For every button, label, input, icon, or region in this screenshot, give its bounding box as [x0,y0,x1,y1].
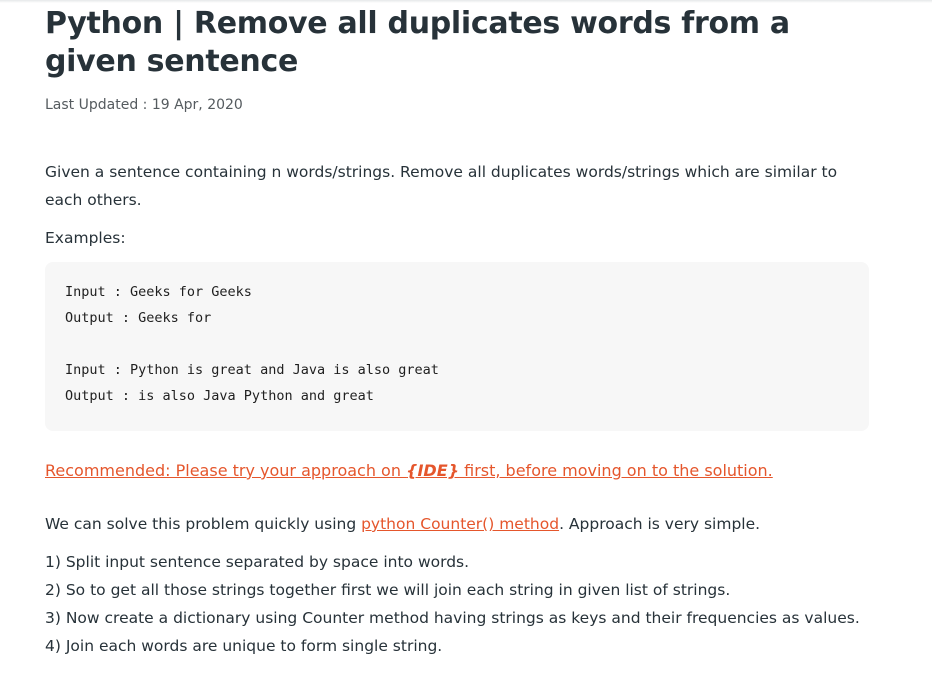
solution-text-before: We can solve this problem quickly using [45,515,362,533]
step-item: 3) Now create a dictionary using Counter… [45,609,860,627]
code-block: Input : Geeks for Geeks Output : Geeks f… [45,262,869,431]
code-line: Input : Geeks for Geeks [65,284,252,300]
intro-paragraph: Given a sentence containing n words/stri… [45,163,838,209]
header-shadow [0,0,932,3]
step-item: 2) So to get all those strings together … [45,581,731,599]
solution-text-after: . Approach is very simple. [559,515,761,533]
step-item: 4) Join each words are unique to form si… [45,637,443,655]
recommended-practice-link[interactable]: Recommended: Please try your approach on… [45,458,773,484]
solution-intro-paragraph: We can solve this problem quickly using … [45,510,875,538]
examples-label: Examples: [45,229,126,247]
recommended-prefix: Recommended: Please try your approach on [45,461,407,480]
python-counter-link[interactable]: python Counter() method [361,515,559,533]
ide-link[interactable]: {IDE} [406,461,459,480]
code-line: Output : Geeks for [65,310,212,326]
last-updated-date: Last Updated : 19 Apr, 2020 [45,97,243,113]
recommended-suffix: first, before moving on to the solution. [459,461,773,480]
step-item: 1) Split input sentence separated by spa… [45,553,470,571]
code-line: Output : is also Java Python and great [65,388,374,404]
article-title: Python | Remove all duplicates words fro… [45,6,790,79]
code-line: Input : Python is great and Java is also… [65,362,439,378]
